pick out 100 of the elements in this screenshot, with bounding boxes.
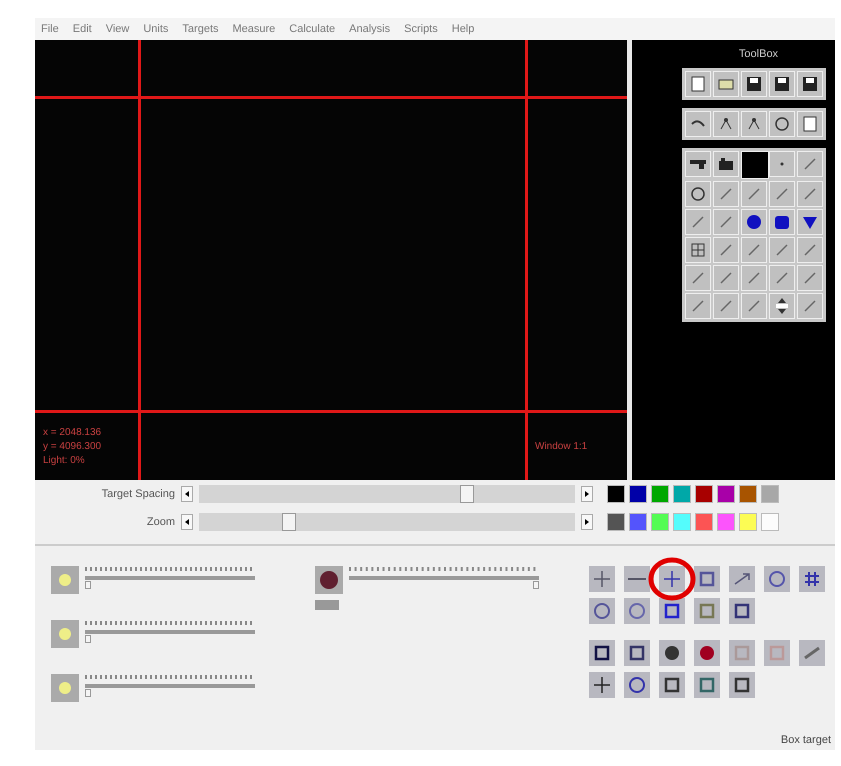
circle-icon xyxy=(774,116,790,132)
color-swatch[interactable] xyxy=(651,485,669,503)
color-preview xyxy=(314,600,339,610)
tool-button[interactable] xyxy=(768,111,794,137)
left-arrow-icon xyxy=(185,519,189,525)
menu-item[interactable]: Units xyxy=(143,23,168,35)
tool-button[interactable] xyxy=(768,209,794,235)
circle-icon xyxy=(690,186,706,202)
tool-button[interactable] xyxy=(729,672,755,698)
slider-thumb[interactable] xyxy=(532,581,539,589)
ball-icon xyxy=(664,645,680,661)
color-swatch[interactable] xyxy=(607,485,625,503)
menu-item[interactable]: View xyxy=(106,23,130,35)
square-icon xyxy=(734,603,750,619)
menu-item[interactable]: Help xyxy=(452,23,474,35)
scroll-left-button[interactable] xyxy=(181,514,193,530)
color-swatch[interactable] xyxy=(717,513,735,531)
up-down-arrows-icon xyxy=(774,297,790,315)
tool-button[interactable] xyxy=(740,71,766,97)
menu-item[interactable]: Measure xyxy=(232,23,276,35)
crosshair-icon xyxy=(663,570,681,588)
slider-thumb[interactable] xyxy=(460,485,474,503)
color-swatch[interactable] xyxy=(651,513,669,531)
square-icon xyxy=(699,677,715,693)
tool-button[interactable] xyxy=(796,111,822,137)
tool-button[interactable] xyxy=(712,71,738,97)
arrow-icon xyxy=(733,572,751,586)
tool-button[interactable] xyxy=(796,209,822,235)
tool-button[interactable] xyxy=(684,111,710,137)
color-swatch[interactable] xyxy=(629,513,647,531)
line-icon xyxy=(718,271,732,285)
cube-icon xyxy=(774,214,790,230)
menu-item[interactable]: File xyxy=(41,23,59,35)
menu-item[interactable]: Edit xyxy=(72,23,92,35)
hand-icon xyxy=(716,157,734,171)
window-label: Window 1:1 xyxy=(535,441,588,452)
circle-icon xyxy=(628,602,646,620)
tool-button[interactable] xyxy=(796,71,822,97)
square-icon xyxy=(664,677,680,693)
line-icon xyxy=(746,299,760,313)
highlight-circle xyxy=(648,557,696,601)
menu-item[interactable]: Scripts xyxy=(404,23,438,35)
sphere-icon xyxy=(746,214,762,230)
drill-icon xyxy=(688,159,706,169)
color-swatch[interactable] xyxy=(695,485,713,503)
line-icon xyxy=(746,271,760,285)
horizontal-line-icon xyxy=(628,577,646,581)
color-swatch[interactable] xyxy=(673,513,691,531)
tool-button[interactable] xyxy=(768,293,794,319)
nodes-icon xyxy=(718,116,734,132)
right-arrow-icon xyxy=(585,519,589,525)
tool-button[interactable] xyxy=(589,640,615,666)
line-icon xyxy=(718,215,732,229)
line-icon xyxy=(690,299,704,313)
tool-button[interactable] xyxy=(659,672,685,698)
tool-button[interactable] xyxy=(684,151,710,177)
color-swatch[interactable] xyxy=(629,485,647,503)
tool-button[interactable] xyxy=(684,71,710,97)
tool-button[interactable] xyxy=(740,111,766,137)
tool-button[interactable] xyxy=(659,640,685,666)
scroll-right-button[interactable] xyxy=(581,514,593,530)
line-icon xyxy=(774,187,788,201)
square-icon xyxy=(699,571,715,587)
line-icon xyxy=(690,271,704,285)
slider-thumb[interactable] xyxy=(85,635,91,643)
square-icon xyxy=(594,645,610,661)
color-swatch[interactable] xyxy=(761,513,779,531)
tool-button[interactable] xyxy=(684,181,710,207)
square-icon xyxy=(734,645,750,661)
color-swatch[interactable] xyxy=(673,485,691,503)
left-arrow-icon xyxy=(185,491,189,497)
color-swatch[interactable] xyxy=(717,485,735,503)
color-swatch[interactable] xyxy=(695,513,713,531)
color-swatch[interactable] xyxy=(739,485,757,503)
menu-item[interactable]: Targets xyxy=(182,23,218,35)
tool-button[interactable] xyxy=(624,640,650,666)
slider-thumb[interactable] xyxy=(85,581,91,589)
tool-button[interactable] xyxy=(768,71,794,97)
status-text: Box target xyxy=(780,734,831,746)
line-icon xyxy=(746,243,760,257)
slider-thumb[interactable] xyxy=(85,689,91,697)
slider-label: Target Spacing xyxy=(100,488,175,500)
color-swatch[interactable] xyxy=(607,513,625,531)
color-swatch[interactable] xyxy=(739,513,757,531)
tool-button[interactable] xyxy=(684,237,710,263)
line-icon xyxy=(718,243,732,257)
page-icon xyxy=(802,116,816,132)
crosshair-icon xyxy=(593,676,611,694)
scroll-right-button[interactable] xyxy=(581,486,593,502)
grid-icon xyxy=(690,243,704,257)
tool-button[interactable] xyxy=(712,151,738,177)
tool-button[interactable] xyxy=(589,672,615,698)
slider-thumb[interactable] xyxy=(282,513,296,531)
scroll-left-button[interactable] xyxy=(181,486,193,502)
color-swatch[interactable] xyxy=(761,485,779,503)
circle-icon xyxy=(768,570,786,588)
menu-item[interactable]: Analysis xyxy=(349,23,390,35)
menu-item[interactable]: Calculate xyxy=(289,23,336,35)
tool-button[interactable] xyxy=(740,209,766,235)
tool-button[interactable] xyxy=(712,111,738,137)
